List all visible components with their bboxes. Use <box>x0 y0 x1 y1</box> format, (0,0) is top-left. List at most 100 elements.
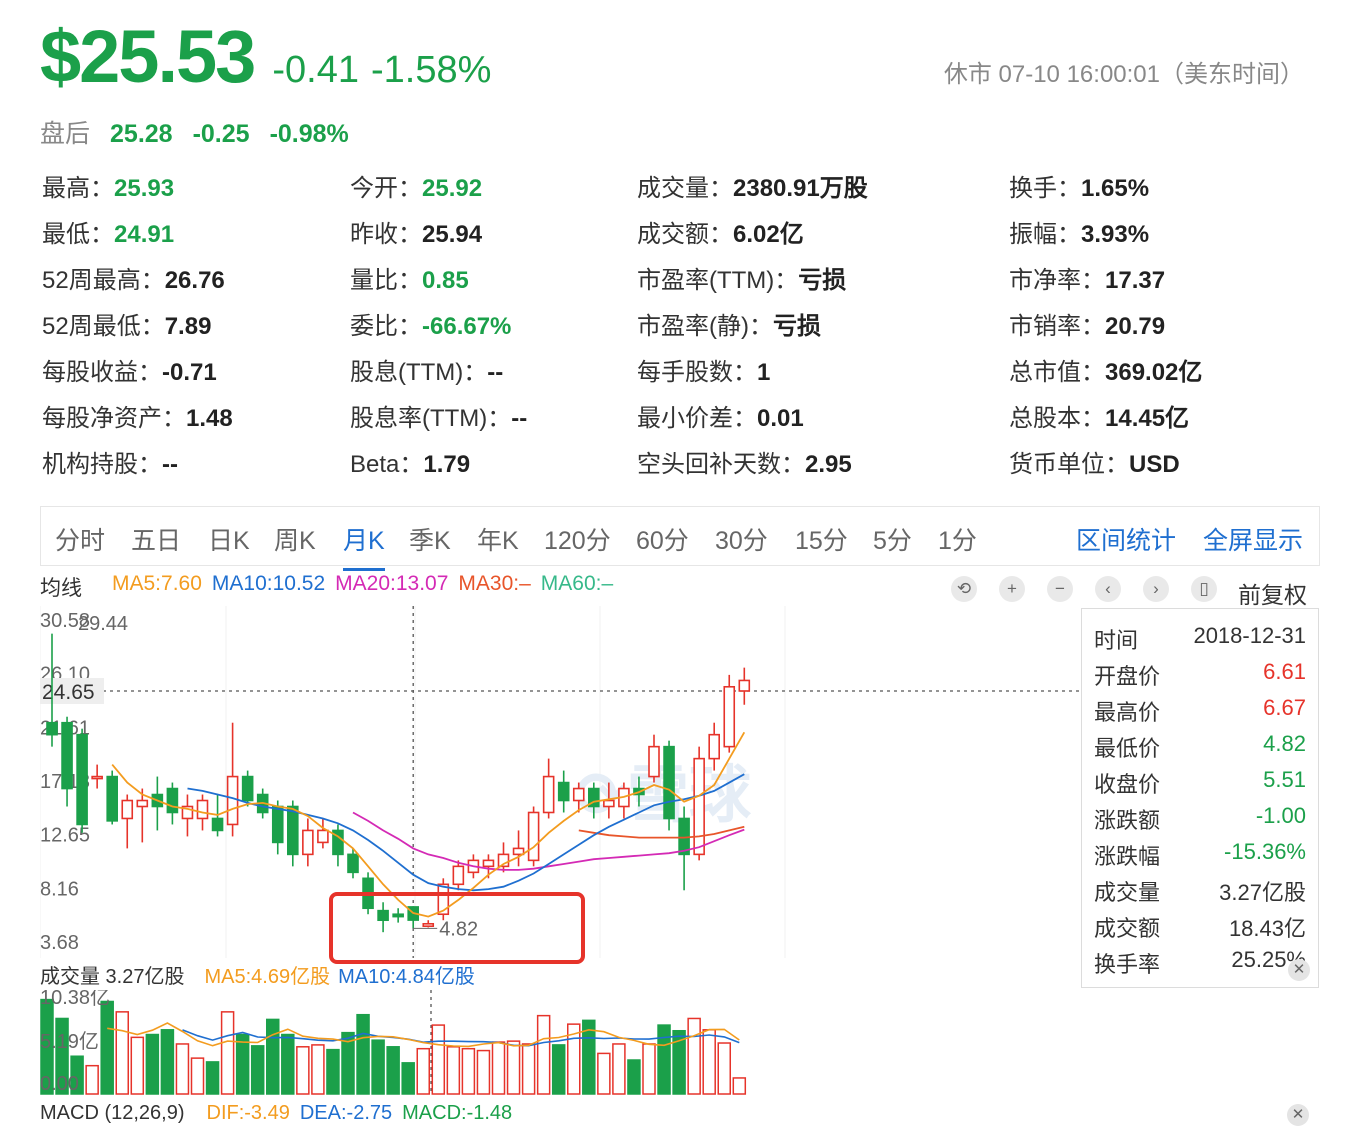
tab-5[interactable]: 季K <box>409 521 451 557</box>
stat-cell: 成交量：2380.91万股 <box>637 168 868 203</box>
volume-y-tick: 0.00 <box>40 1073 79 1095</box>
tab-12[interactable]: 1分 <box>938 521 977 557</box>
stat-cell: 每股净资产：1.48 <box>42 398 233 433</box>
candle-body <box>527 811 540 862</box>
candle-type-icon[interactable]: ▯ <box>1191 576 1217 602</box>
tooltip-value: 3.27亿股 <box>1219 880 1306 905</box>
stat-label: 总市值： <box>1009 359 1105 386</box>
tab-2[interactable]: 日K <box>208 521 250 557</box>
tab-7[interactable]: 120分 <box>544 521 611 557</box>
candle-body <box>136 799 149 808</box>
ma-legend-item: MA10:10.52 <box>211 572 326 595</box>
tab-0[interactable]: 分时 <box>55 521 105 557</box>
tooltip-row: 成交额 18.43亿 <box>1094 911 1306 947</box>
volume-bar <box>461 1047 476 1095</box>
volume-bar <box>627 1059 641 1095</box>
tab-11[interactable]: 5分 <box>873 521 912 557</box>
stat-cell: 成交额：6.02亿 <box>637 214 804 249</box>
macd-label: MACD (12,26,9) <box>40 1102 185 1124</box>
volume-bar <box>687 1017 701 1095</box>
after-hours: 盘后 25.28 -0.25 -0.98% <box>40 114 349 150</box>
chevron-left-icon[interactable]: ‹ <box>1095 576 1121 602</box>
macd-value: MACD:-1.48 <box>402 1102 513 1124</box>
candle-body <box>663 745 675 820</box>
tooltip-value: 6.67 <box>1263 695 1306 720</box>
tab-6[interactable]: 年K <box>477 521 519 557</box>
candle-body <box>648 745 660 778</box>
candle-body <box>91 775 103 780</box>
stat-label: 最低： <box>42 221 114 248</box>
chevron-right-icon[interactable]: › <box>1143 576 1169 602</box>
stat-cell: 每股收益：-0.71 <box>42 352 217 387</box>
volume-bar <box>612 1043 626 1095</box>
reset-icon[interactable]: ⟲ <box>951 576 977 602</box>
macd-legend: MACD (12,26,9) DIF:-3.49 DEA:-2.75 MACD:… <box>40 1102 512 1125</box>
candle-body <box>512 847 525 856</box>
stat-cell: 股息率(TTM)：-- <box>350 398 527 433</box>
stat-label: 每股收益： <box>42 359 162 386</box>
tooltip-row: 换手率 25.25% <box>1094 947 1306 983</box>
volume-ma10: MA10:4.84亿股 <box>338 966 475 988</box>
close-icon[interactable]: ✕ <box>1287 1104 1309 1126</box>
candle-body <box>226 775 239 826</box>
volume-bar <box>506 1040 521 1095</box>
stat-label: 换手： <box>1009 175 1081 202</box>
stat-value: 25.92 <box>422 175 483 202</box>
tab-4[interactable]: 月K <box>343 521 385 571</box>
stat-cell: 52周最低：7.89 <box>42 306 211 341</box>
volume-bar <box>491 1041 506 1095</box>
stat-value: 20.79 <box>1105 313 1166 340</box>
volume-bar <box>371 1039 385 1095</box>
stat-label: 今开： <box>350 175 422 202</box>
stat-cell: 振幅：3.93% <box>1009 214 1149 249</box>
tab-8[interactable]: 60分 <box>636 521 689 557</box>
stat-label: 货币单位： <box>1009 451 1129 478</box>
tooltip-row: 成交量 3.27亿股 <box>1094 875 1306 911</box>
tooltip-row: 收盘价 5.51 <box>1094 767 1306 803</box>
candle-body <box>76 733 88 826</box>
stat-value: 亏损 <box>772 313 821 340</box>
volume-bar <box>175 1043 190 1095</box>
stat-value: 2380.91万股 <box>733 175 868 202</box>
stat-label: 每手股数： <box>637 359 757 386</box>
stat-cell: 量比：0.85 <box>350 260 469 295</box>
after-hours-change: -0.25 <box>192 120 250 148</box>
fullscreen-link[interactable]: 全屏显示 <box>1203 521 1303 557</box>
stat-label: 空头回补天数： <box>637 451 805 478</box>
volume-bar <box>446 1046 461 1095</box>
tab-10[interactable]: 15分 <box>795 521 848 557</box>
stat-value: 0.01 <box>757 405 804 432</box>
stat-label: 市净率： <box>1009 267 1105 294</box>
tooltip-label: 开盘价 <box>1094 664 1161 689</box>
candle-tooltip: 换手率 25.25% 成交额 18.43亿 成交量 3.27亿股 涨跌幅 -15.36% 涨跌额… <box>1081 608 1319 988</box>
tooltip-value: 4.82 <box>1263 731 1306 756</box>
volume-chart[interactable]: 10.38亿 5.19亿 0.00 <box>40 990 1320 1095</box>
stats-row: 每股收益：-0.71 股息(TTM)：-- 每手股数：1 总市值：369.02亿 <box>42 352 1322 398</box>
stat-cell: 换手：1.65% <box>1009 168 1149 203</box>
tooltip-label: 收盘价 <box>1094 772 1161 797</box>
candle-body <box>482 859 495 868</box>
stat-label: 昨收： <box>350 221 422 248</box>
zoom-in-icon[interactable]: + <box>999 576 1025 602</box>
volume-bar <box>85 1064 99 1095</box>
y-tick-label: 8.16 <box>40 878 79 900</box>
stat-label: 市盈率(TTM)： <box>637 267 799 294</box>
tooltip-row: 涨跌幅 -15.36% <box>1094 839 1306 875</box>
stat-value: -- <box>487 359 504 386</box>
stat-cell: 股息(TTM)：-- <box>350 352 503 387</box>
stat-cell: 今开：25.92 <box>350 168 482 203</box>
close-icon[interactable]: ✕ <box>1288 959 1310 981</box>
zoom-out-icon[interactable]: − <box>1047 576 1073 602</box>
tooltip-label: 最低价 <box>1094 736 1161 761</box>
adjust-mode-selector[interactable]: 前复权 <box>1238 576 1307 610</box>
tab-9[interactable]: 30分 <box>715 521 768 557</box>
tab-1[interactable]: 五日 <box>131 521 181 557</box>
range-stats-link[interactable]: 区间统计 <box>1076 521 1176 557</box>
volume-bar <box>160 1029 175 1095</box>
candle-body <box>723 685 736 748</box>
ma-legend-item: MA60:– <box>540 572 614 595</box>
macd-dif: DIF:-3.49 <box>206 1102 290 1124</box>
volume-bar <box>431 1024 446 1095</box>
tab-3[interactable]: 周K <box>274 521 316 557</box>
tooltip-row: 最高价 6.67 <box>1094 695 1306 731</box>
